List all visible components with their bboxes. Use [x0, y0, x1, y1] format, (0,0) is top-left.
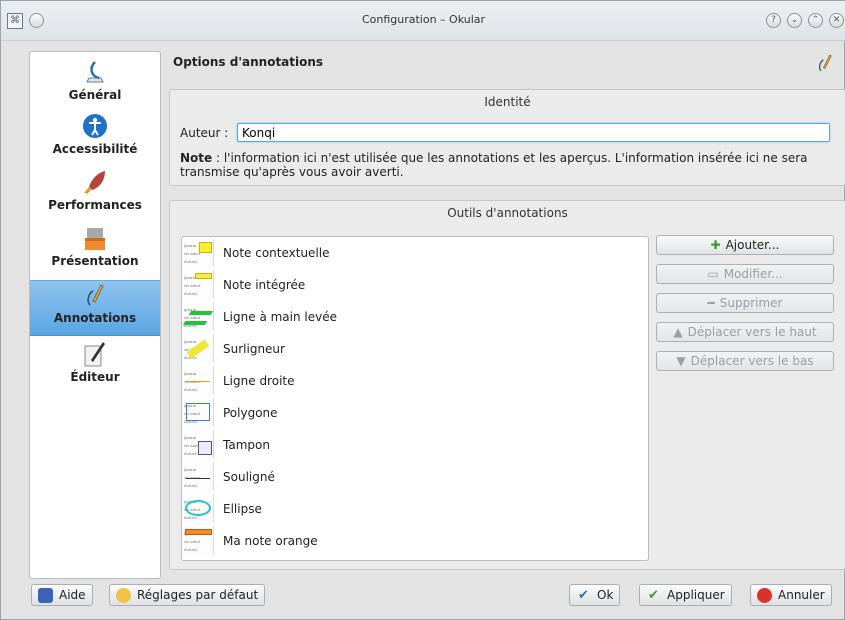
list-item[interactable]: ipsum sit amet dolore Note intégrée [182, 269, 648, 301]
sidebar-item-accessibility[interactable]: Accessibilité [30, 112, 160, 168]
remove-label: Supprimer [719, 296, 783, 310]
sidebar-item-annotations[interactable]: Annotations [30, 280, 160, 336]
add-tool-button[interactable]: ✚ Ajouter... [656, 235, 834, 255]
sidebar-item-general[interactable]: Général [30, 58, 160, 110]
author-field[interactable] [237, 123, 830, 142]
move-up-label: Déplacer vers le haut [687, 325, 817, 339]
list-item-label: Polygone [223, 406, 278, 420]
popup-note-icon: ipsum sit amet dolore [183, 239, 214, 267]
list-item-label: Ligne droite [223, 374, 295, 388]
ok-button[interactable]: ✔ Ok [569, 584, 621, 606]
presentation-icon [85, 228, 105, 250]
sidebar-item-label: Annotations [53, 311, 137, 325]
list-item-label: Ellipse [223, 502, 262, 516]
edit-label: Modifier... [723, 267, 783, 281]
title-bar: ⌘ Configuration – Okular ? ⌄ ⌃ ✕ [1, 1, 845, 41]
annotations-icon [818, 54, 832, 72]
list-item[interactable]: ipsumsit ametdolore Souligné [182, 461, 648, 493]
list-item[interactable]: ipsum sit amet dolore Ligne à main levée [182, 301, 648, 333]
move-up-button[interactable]: ▲ Déplacer vers le haut [656, 322, 834, 342]
add-icon: ✚ [710, 238, 721, 252]
category-sidebar: Général Accessibilité Performances Prése… [29, 51, 161, 579]
cancel-button[interactable]: Annuler [750, 584, 832, 606]
maximize-icon[interactable]: ⌃ [808, 13, 823, 28]
minimize-icon[interactable]: ⌄ [787, 13, 802, 28]
identity-note: Note : l'information ici n'est utilisée … [180, 151, 830, 179]
tools-group-title: Outils d'annotations [447, 206, 568, 220]
general-icon [86, 61, 104, 83]
list-item-label: Surligneur [223, 342, 285, 356]
identity-group: Identité Auteur : Note : l'information i… [169, 89, 845, 186]
list-item-label: Ma note orange [223, 534, 318, 548]
annotation-tools-group: Outils d'annotations ipsum sit amet dolore… [169, 200, 845, 570]
list-item-label: Note intégrée [223, 278, 306, 292]
restore-defaults-icon [116, 587, 131, 603]
annotation-tools-list[interactable]: ipsum sit amet dolore Note contextuelle ipsu… [181, 236, 649, 561]
underline-icon: ipsumsit ametdolore [183, 463, 214, 491]
remove-icon: ━ [707, 296, 715, 310]
apply-check-icon: ✔ [648, 587, 659, 603]
editor-icon [84, 342, 105, 367]
page-title: Options d'annotations [173, 55, 324, 69]
sidebar-item-label: Présentation [51, 254, 139, 268]
sidebar-item-label: Accessibilité [52, 142, 138, 156]
cancel-icon [757, 587, 772, 603]
help-label: Aide [59, 588, 86, 602]
edit-icon: ▭ [707, 267, 719, 281]
sidebar-item-label: Performances [48, 198, 142, 212]
note-text: : l'information ici n'est utilisée que l… [180, 151, 808, 179]
list-item-label: Note contextuelle [223, 246, 330, 260]
checkmark-icon: ✔ [578, 587, 589, 603]
inline-note-icon: ipsum sit amet dolore [183, 271, 214, 299]
list-item-label: Tampon [223, 438, 270, 452]
list-item[interactable]: ipsum sit amet dolore Polygone [182, 397, 648, 429]
straight-line-icon: ipsumsit ametdolore [183, 367, 214, 395]
note-bold: Note [180, 151, 213, 165]
arrow-up-icon: ▲ [673, 325, 683, 339]
list-item[interactable]: ipsumsit ametdolore Ligne droite [182, 365, 648, 397]
identity-group-title: Identité [484, 95, 531, 109]
ok-label: Ok [597, 588, 614, 602]
sidebar-item-label: Éditeur [70, 370, 120, 384]
sidebar-item-editor[interactable]: Éditeur [30, 340, 160, 396]
config-dialog: ⌘ Configuration – Okular ? ⌄ ⌃ ✕ Général [0, 0, 845, 620]
highlighter-icon: ipsumsit ametdolore [183, 335, 214, 363]
sidebar-item-presentation[interactable]: Présentation [30, 224, 160, 280]
help-icon[interactable]: ? [766, 13, 781, 28]
sidebar-item-performance[interactable]: Performances [30, 168, 160, 224]
arrow-down-icon: ▼ [676, 354, 686, 368]
defaults-label: Réglages par défaut [137, 588, 259, 602]
list-item[interactable]: ipsum sit amet dolore Note contextuelle [182, 237, 648, 269]
help-button[interactable]: Aide [31, 584, 93, 606]
accessibility-icon [83, 114, 107, 138]
defaults-button[interactable]: Réglages par défaut [109, 584, 266, 606]
list-item[interactable]: ipsum sit amet dolore Tampon [182, 429, 648, 461]
edit-tool-button[interactable]: ▭ Modifier... [656, 264, 834, 284]
stamp-icon: ipsum sit amet dolore [183, 431, 214, 459]
sidebar-item-label: Général [68, 88, 122, 102]
list-item[interactable]: ipsumsit ametdolore Ma note orange [182, 525, 648, 557]
list-item[interactable]: ipsumsit ametdolore Surligneur [182, 333, 648, 365]
list-item-label: Souligné [223, 470, 275, 484]
annotations-icon [87, 284, 104, 306]
close-icon[interactable]: ✕ [829, 13, 844, 28]
window-title: Configuration – Okular [361, 13, 486, 26]
apply-label: Appliquer [667, 588, 725, 602]
apply-button[interactable]: ✔ Appliquer [639, 584, 732, 606]
remove-tool-button[interactable]: ━ Supprimer [656, 293, 834, 313]
add-label: Ajouter... [725, 238, 780, 252]
performance-icon [84, 171, 105, 196]
list-item-label: Ligne à main levée [223, 310, 337, 324]
freehand-line-icon: ipsum sit amet dolore [183, 303, 214, 331]
ellipse-icon: ipsum sit amet dolore [183, 495, 214, 523]
polygon-icon: ipsum sit amet dolore [183, 399, 214, 427]
move-down-label: Déplacer vers le bas [690, 354, 814, 368]
cancel-label: Annuler [778, 588, 825, 602]
author-label: Auteur : [180, 126, 229, 140]
help-book-icon [38, 587, 53, 603]
orange-note-icon: ipsumsit ametdolore [183, 527, 214, 555]
move-down-button[interactable]: ▼ Déplacer vers le bas [656, 351, 834, 371]
list-item[interactable]: ipsum sit amet dolore Ellipse [182, 493, 648, 525]
